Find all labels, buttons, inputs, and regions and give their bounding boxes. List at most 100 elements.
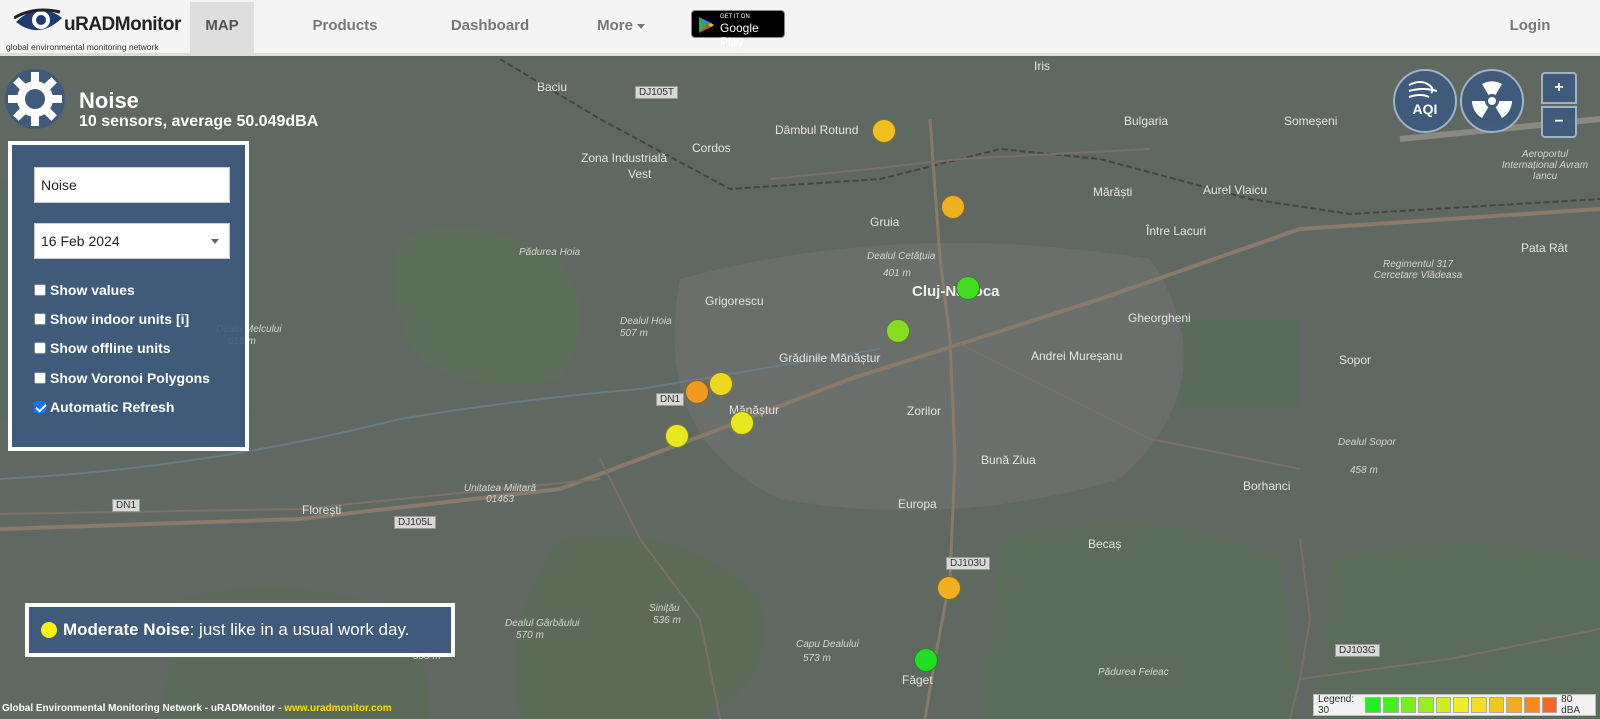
- nav-products[interactable]: Products: [300, 0, 390, 54]
- legend-swatch: [1435, 697, 1452, 713]
- map-label: Cordos: [692, 141, 731, 155]
- map-label: Bulgaria: [1124, 114, 1169, 128]
- nav-map[interactable]: MAP: [190, 2, 254, 54]
- eye-logo-icon: [14, 8, 62, 31]
- forest-area: [1180, 319, 1300, 409]
- legend-swatch: [1471, 697, 1487, 713]
- chevron-down-icon: [636, 23, 645, 29]
- control-panel: Noise 16 Feb 2024 Show values Show indoo…: [8, 141, 249, 451]
- brand-tagline: global environmental monitoring network: [6, 42, 159, 52]
- legend: Legend: 30 80 dBA: [1313, 694, 1596, 716]
- gplay-small-text: GET IT ON: [720, 14, 750, 20]
- wind-icon: [1408, 81, 1438, 98]
- checkbox[interactable]: [34, 342, 46, 354]
- option-show-offline[interactable]: Show offline units: [34, 340, 171, 356]
- sensor-marker[interactable]: [685, 380, 709, 404]
- map-label: Becaș: [1088, 537, 1122, 551]
- chevron-down-icon: [211, 239, 219, 244]
- checkbox[interactable]: [34, 284, 46, 296]
- login-link[interactable]: Login: [1500, 0, 1560, 54]
- map-label: Vest: [628, 167, 652, 181]
- brand-logo[interactable]: uRADMonitor global environmental monitor…: [4, 2, 181, 54]
- date-select-value: 16 Feb 2024: [41, 233, 120, 249]
- map-label: Sinițău: [649, 603, 680, 614]
- map-label: Pădurea Hoia: [519, 247, 581, 258]
- sensor-marker[interactable]: [665, 424, 689, 448]
- legend-min-label: Legend: 30: [1318, 694, 1355, 716]
- sensor-marker[interactable]: [956, 276, 980, 300]
- map-label: Pădurea Feleac: [1098, 667, 1169, 678]
- map-label: 507 m: [620, 328, 648, 339]
- checkbox-checked[interactable]: [34, 401, 46, 413]
- sensor-marker[interactable]: [941, 195, 965, 219]
- map-label: Iris: [1034, 59, 1050, 73]
- map-label: Baciu: [537, 80, 568, 94]
- option-label: Show indoor units [i]: [50, 311, 190, 327]
- map-label: Capu Dealului: [796, 639, 859, 650]
- forest-area: [1320, 544, 1600, 719]
- option-show-indoor[interactable]: Show indoor units [i]: [34, 311, 189, 327]
- nav-more[interactable]: More: [586, 0, 656, 54]
- map-label: 401 m: [883, 268, 911, 279]
- map-label: Borhanci: [1243, 479, 1291, 493]
- gplay-big-text: Google Play: [720, 21, 759, 49]
- footer-text: Global Environmental Monitoring Network …: [2, 703, 285, 714]
- legend-swatch: [1418, 697, 1434, 713]
- sensor-marker[interactable]: [914, 648, 938, 672]
- map-label: 458 m: [1350, 465, 1378, 476]
- map-label: Gruia: [870, 215, 900, 229]
- footer-link[interactable]: www.uradmonitor.com: [284, 703, 391, 714]
- map-label: Sopor: [1339, 353, 1372, 367]
- sensor-summary: 10 sensors, average 50.049dBA: [79, 113, 319, 130]
- google-play-button[interactable]: GET IT ON Google Play: [691, 10, 785, 49]
- page-title: Noise: [79, 88, 139, 113]
- map-label: Dealul Sopor: [1338, 437, 1396, 448]
- map-label: Unitatea Militară 01463: [463, 483, 537, 505]
- sensor-marker[interactable]: [886, 319, 910, 343]
- date-select[interactable]: 16 Feb 2024: [34, 223, 230, 259]
- noise-level-description: : just like in a usual work day.: [189, 620, 410, 639]
- nav-dashboard[interactable]: Dashboard: [440, 0, 540, 54]
- checkbox[interactable]: [34, 372, 46, 384]
- noise-level-dot: [41, 622, 57, 638]
- map-label: Gheorgheni: [1128, 311, 1191, 325]
- legend-max-label: 80 dBA: [1561, 694, 1581, 716]
- option-label: Show values: [50, 282, 135, 298]
- gear-icon[interactable]: [4, 68, 66, 130]
- legend-swatch: [1506, 697, 1522, 713]
- sensor-marker[interactable]: [937, 576, 961, 600]
- sensor-marker[interactable]: [709, 372, 733, 396]
- map-label: Grădinile Mănăștur: [779, 351, 881, 365]
- sensor-marker[interactable]: [730, 411, 754, 435]
- option-show-voronoi[interactable]: Show Voronoi Polygons: [34, 370, 210, 386]
- map-label: Zona Industrială: [581, 151, 668, 165]
- metric-select[interactable]: Noise: [34, 167, 230, 203]
- map-label: Aeroportul Internațional Avram Iancu: [1501, 149, 1589, 182]
- checkbox[interactable]: [34, 313, 46, 325]
- map-label: 573 m: [803, 653, 831, 664]
- map-label: Dâmbul Rotund: [775, 123, 859, 137]
- option-label: Automatic Refresh: [50, 399, 175, 415]
- aqi-button[interactable]: AQI: [1393, 69, 1457, 133]
- zoom-in-button[interactable]: +: [1541, 72, 1577, 104]
- map-label: Grigorescu: [705, 294, 764, 308]
- sensor-marker[interactable]: [872, 119, 896, 143]
- option-auto-refresh[interactable]: Automatic Refresh: [34, 399, 174, 415]
- map-label: Regimentul 317 Cercetare Vlădeasa: [1373, 259, 1463, 281]
- road-tag: DN1: [656, 393, 685, 406]
- legend-swatch: [1453, 697, 1470, 713]
- navbar: uRADMonitor global environmental monitor…: [0, 0, 1600, 56]
- radiation-button[interactable]: [1460, 69, 1524, 133]
- legend-swatch: [1365, 697, 1382, 713]
- radiation-icon: [1472, 81, 1512, 118]
- aqi-label: AQI: [1412, 101, 1438, 117]
- map-label: 570 m: [516, 630, 544, 641]
- zoom-out-button[interactable]: −: [1541, 106, 1577, 138]
- map-label: Între Lacuri: [1146, 224, 1207, 238]
- road-tag: DN1: [112, 499, 141, 512]
- map-label: Dealul Gârbăului: [505, 618, 580, 629]
- option-show-values[interactable]: Show values: [34, 282, 135, 298]
- map-label: Pata Rât: [1521, 241, 1568, 255]
- road-tag: DJ105T: [635, 86, 679, 99]
- noise-info-box: Moderate Noise : just like in a usual wo…: [25, 603, 455, 657]
